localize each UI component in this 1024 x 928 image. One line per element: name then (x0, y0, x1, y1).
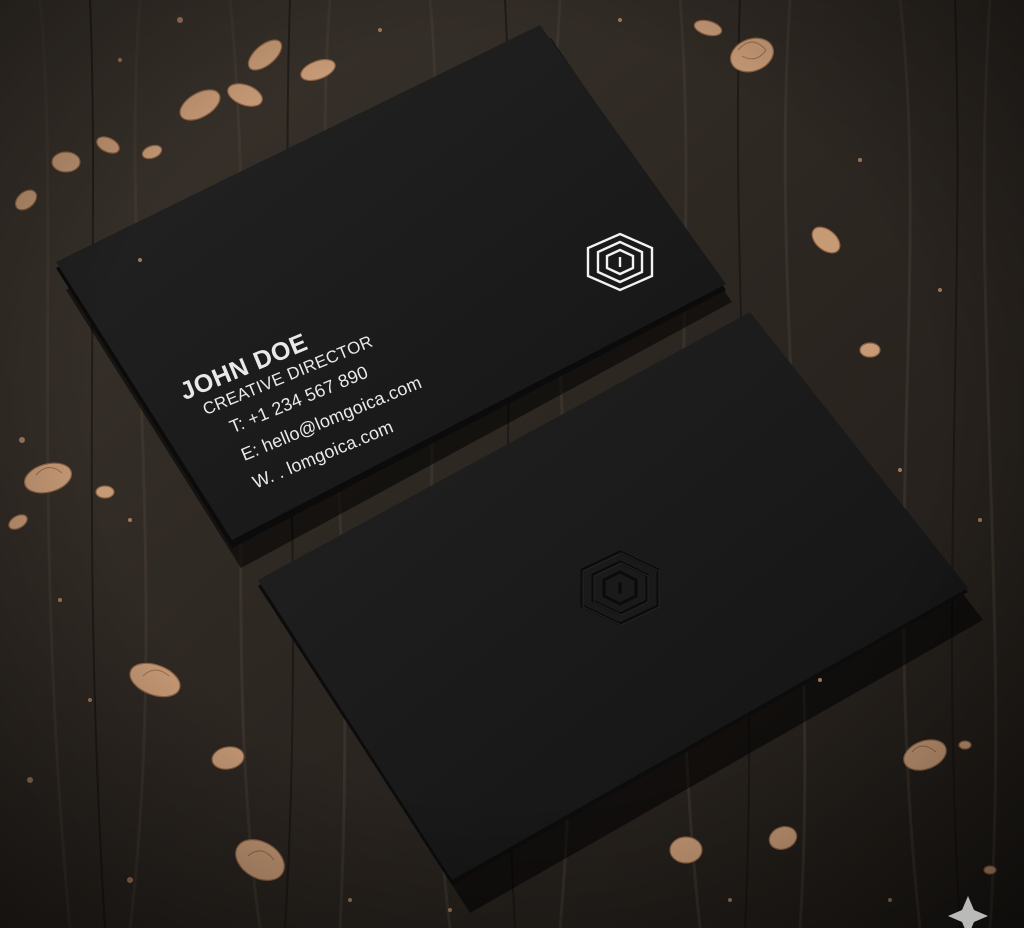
wood-table-background (0, 0, 1024, 928)
business-card-mockup-scene: JOHN DOE CREATIVE DIRECTOR T: +1 234 567… (0, 0, 1024, 928)
